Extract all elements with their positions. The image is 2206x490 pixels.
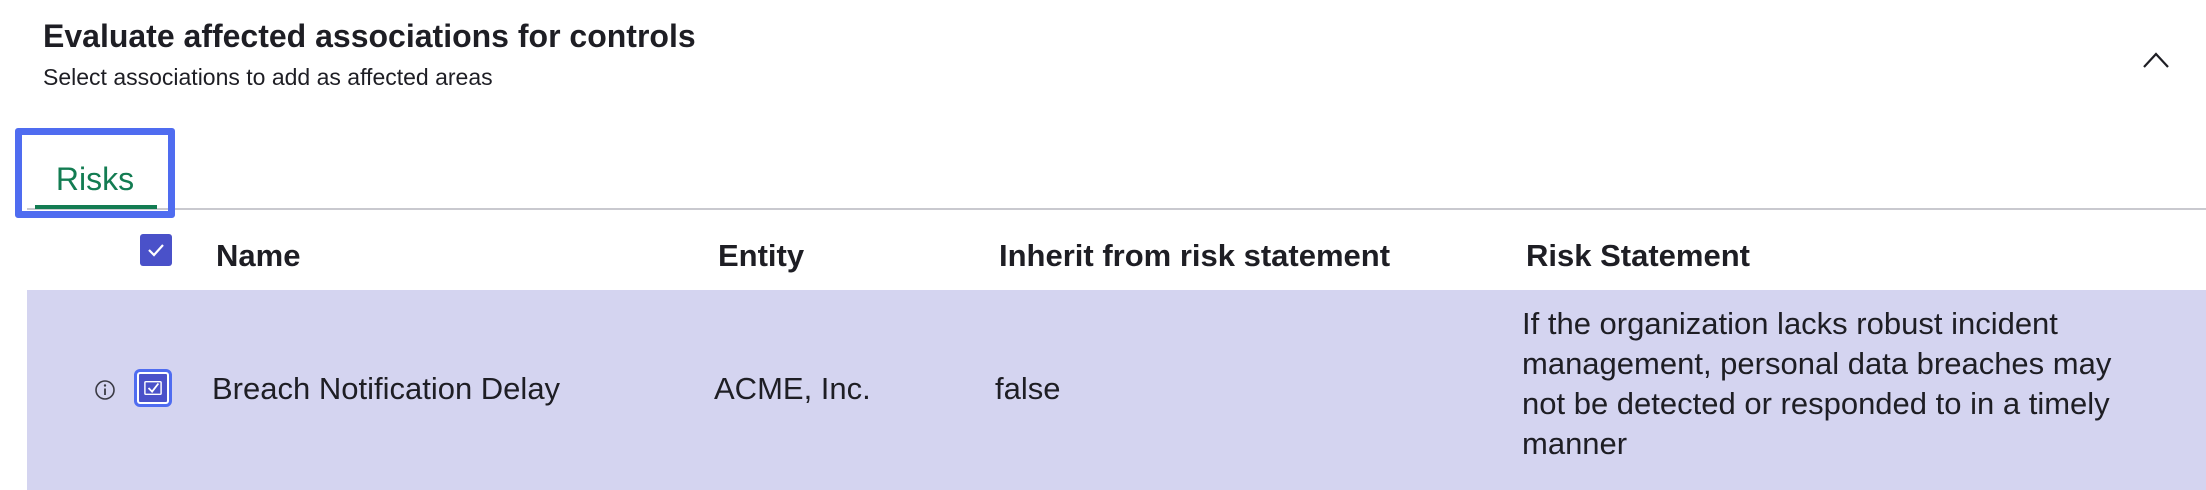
cell-inherit: false: [995, 371, 1061, 406]
select-all-checkbox[interactable]: [140, 234, 172, 266]
row-checkbox[interactable]: [137, 372, 169, 404]
chevron-up-icon: [2143, 52, 2169, 68]
checkmark-icon: [148, 244, 164, 257]
section-title: Evaluate affected associations for contr…: [43, 18, 696, 54]
column-header-name[interactable]: Name: [216, 238, 300, 274]
column-header-entity[interactable]: Entity: [718, 238, 804, 274]
checkmark-icon: [144, 380, 162, 396]
cell-entity: ACME, Inc.: [714, 371, 871, 406]
section-subtitle: Select associations to add as affected a…: [43, 64, 493, 90]
column-header-inherit[interactable]: Inherit from risk statement: [999, 238, 1390, 274]
cell-risk-statement: If the organization lacks robust inciden…: [1522, 306, 2112, 461]
cell-name: Breach Notification Delay: [212, 371, 561, 406]
table-header-row: Name Entity Inherit from risk statement …: [27, 218, 2206, 290]
table-row[interactable]: Breach Notification Delay ACME, Inc. fal…: [27, 290, 2206, 490]
affected-associations-panel: Evaluate affected associations for contr…: [0, 0, 2206, 490]
tab-risks-label: Risks: [55, 161, 135, 197]
tab-bar-divider: [27, 208, 2206, 210]
tab-risks[interactable]: Risks: [15, 128, 175, 218]
collapse-button[interactable]: [2134, 38, 2178, 82]
info-icon: [95, 380, 115, 400]
column-header-risk-statement[interactable]: Risk Statement: [1526, 238, 1750, 274]
tab-active-indicator: [35, 205, 157, 209]
info-button[interactable]: [87, 372, 123, 408]
